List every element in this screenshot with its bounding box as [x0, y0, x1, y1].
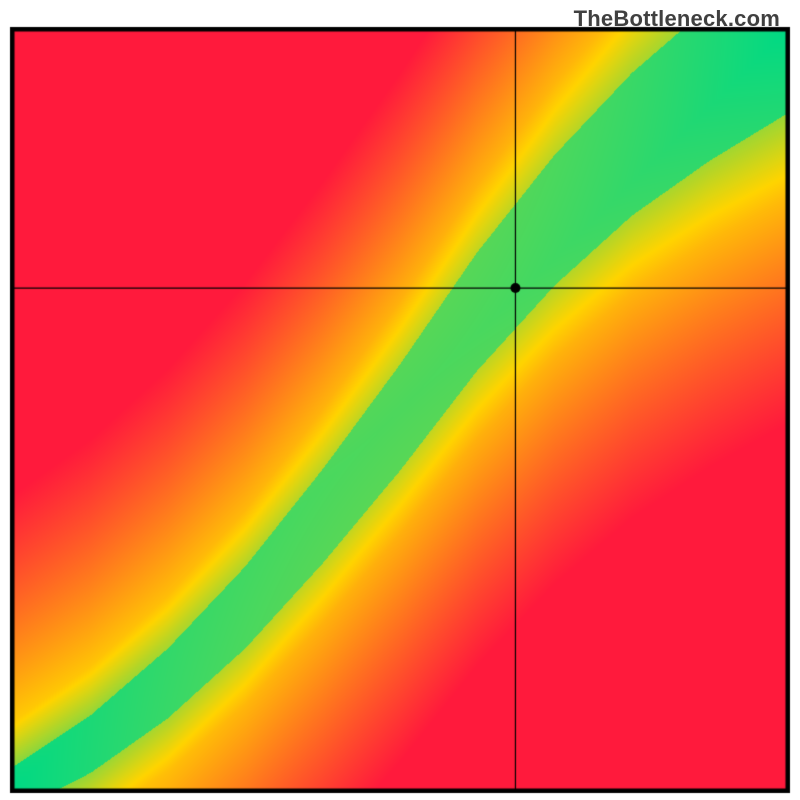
bottleneck-heatmap — [0, 0, 800, 800]
heatmap-canvas — [0, 0, 800, 800]
watermark: TheBottleneck.com — [574, 6, 780, 32]
